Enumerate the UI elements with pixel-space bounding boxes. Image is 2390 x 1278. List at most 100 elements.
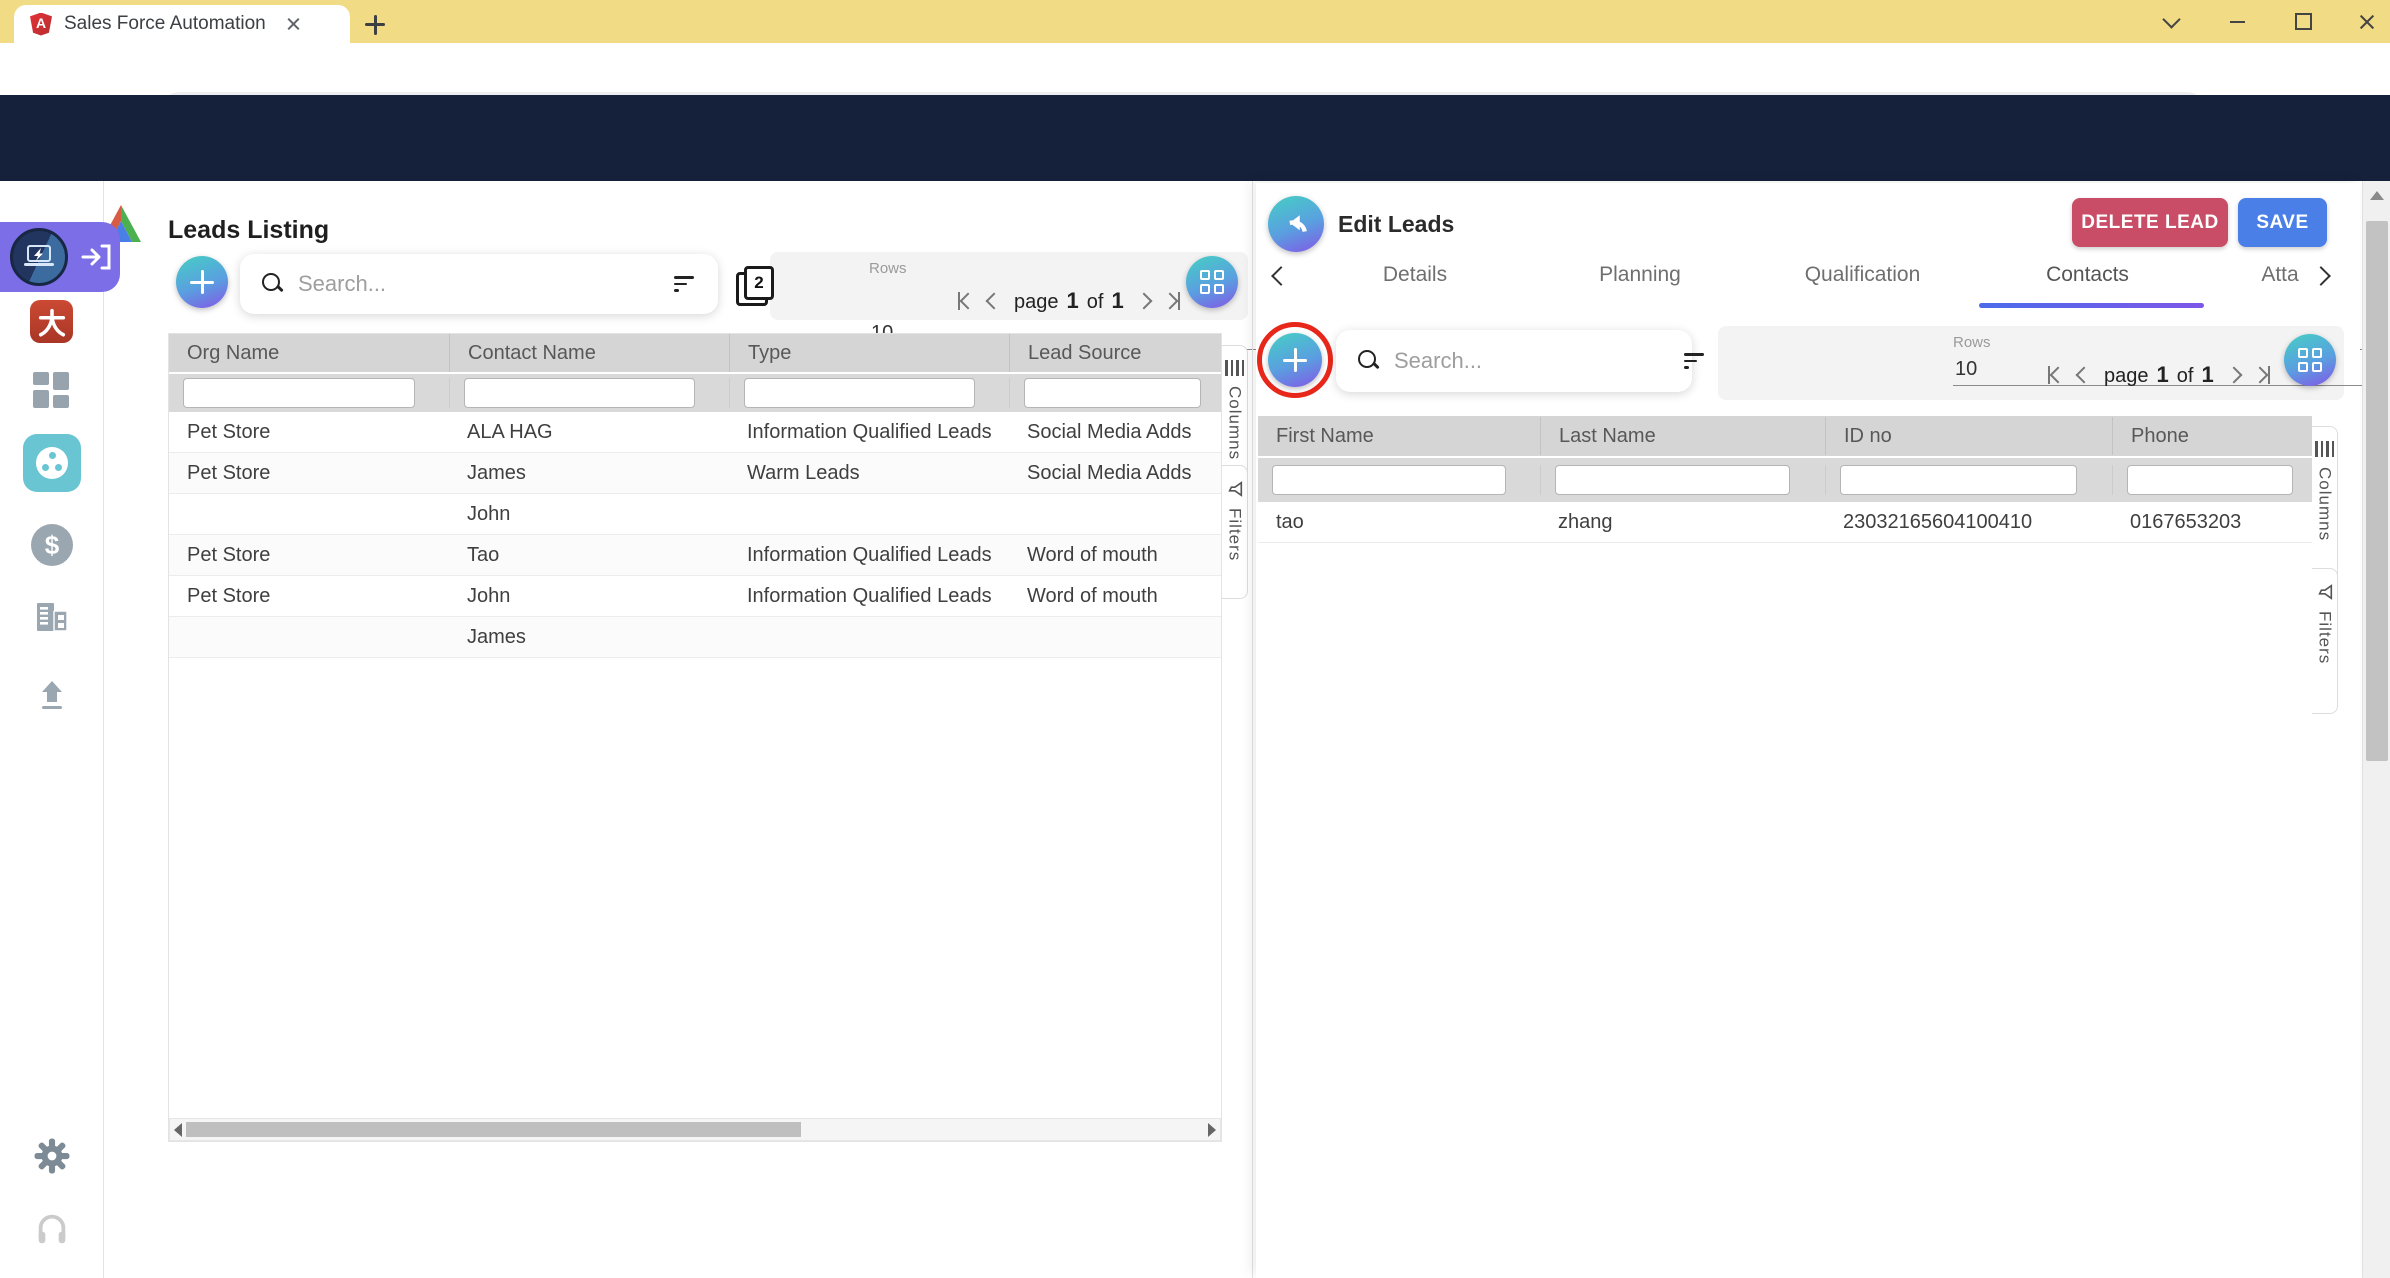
new-tab-button[interactable] <box>362 12 388 38</box>
tab-close-icon[interactable] <box>281 11 307 37</box>
table-row[interactable]: John <box>169 494 1221 535</box>
headphones-icon <box>33 1209 71 1247</box>
plus-icon <box>190 270 214 294</box>
first-page-button[interactable] <box>2048 366 2064 384</box>
column-filter-input[interactable] <box>1840 465 2077 495</box>
scroll-right-icon[interactable] <box>1208 1123 1216 1137</box>
building-icon <box>32 597 72 637</box>
window-restore-button[interactable] <box>2280 0 2326 43</box>
column-header[interactable]: Org Name <box>169 334 449 372</box>
table-row[interactable]: Pet StoreALA HAGInformation Qualified Le… <box>169 412 1221 453</box>
delete-lead-button[interactable]: DELETE LEAD <box>2072 198 2228 247</box>
columns-side-tab[interactable]: Columns <box>1222 345 1248 479</box>
save-button[interactable]: SAVE <box>2238 198 2327 247</box>
filters-side-tab[interactable]: Filters <box>2312 568 2338 714</box>
tabs-scroll-left[interactable] <box>1274 259 1288 290</box>
scroll-up-icon[interactable] <box>2370 191 2384 200</box>
table-row[interactable]: Pet StoreJamesWarm LeadsSocial Media Add… <box>169 453 1221 494</box>
column-header[interactable]: Type <box>729 334 1009 372</box>
window-minimize-button[interactable] <box>2214 0 2260 43</box>
sidebar-item-organization[interactable] <box>31 596 73 638</box>
back-button[interactable] <box>1268 196 1324 252</box>
table-cell: tao <box>1258 503 1540 542</box>
column-filter-input[interactable] <box>1024 378 1201 408</box>
window-close-button[interactable] <box>2344 0 2390 43</box>
contacts-table: First Name Last Name ID no Phone taozhan… <box>1258 416 2312 543</box>
left-search-input[interactable] <box>296 270 674 298</box>
next-page-button[interactable] <box>1138 295 1150 307</box>
table-row[interactable]: Pet StoreTaoInformation Qualified LeadsW… <box>169 535 1221 576</box>
grid-view-icon <box>1200 270 1224 294</box>
app-header: akaun <box>0 95 2390 181</box>
column-header[interactable]: Contact Name <box>449 334 729 372</box>
prev-page-button[interactable] <box>988 295 1000 307</box>
funnel-icon <box>1226 480 1244 498</box>
chevron-down-icon <box>2162 10 2180 28</box>
column-header[interactable]: ID no <box>1825 417 2112 455</box>
table-cell: Pet Store <box>169 536 449 575</box>
tabs-scroll-right[interactable] <box>2314 259 2328 290</box>
table-row[interactable]: Pet StoreJohnInformation Qualified Leads… <box>169 576 1221 617</box>
sidebar-item-upload[interactable] <box>33 676 71 714</box>
column-filter-input[interactable] <box>1272 465 1506 495</box>
grid-view-button[interactable] <box>2284 334 2336 386</box>
sidebar-item-settings[interactable] <box>30 1134 74 1178</box>
scroll-left-icon[interactable] <box>174 1123 182 1137</box>
contacts-table-header: First Name Last Name ID no Phone <box>1258 416 2312 458</box>
add-contact-button[interactable] <box>1268 333 1322 387</box>
last-page-button[interactable] <box>1164 292 1180 310</box>
page-scrollbar[interactable] <box>2362 181 2390 1278</box>
back-arrow-icon <box>1281 209 1311 239</box>
filters-side-tab[interactable]: Filters <box>1222 465 1248 599</box>
columns-side-tab[interactable]: Columns <box>2312 426 2338 582</box>
page-title: Leads Listing <box>168 216 329 245</box>
window-chevron-button[interactable] <box>2148 0 2194 43</box>
column-filter-input[interactable] <box>744 378 975 408</box>
sidebar-item-active-applet[interactable] <box>0 222 120 292</box>
tab-contacts[interactable]: Contacts <box>2020 263 2155 287</box>
left-search-box <box>240 254 718 314</box>
leads-table-filter-row <box>169 374 1221 412</box>
page-scrollbar-thumb[interactable] <box>2366 221 2388 761</box>
column-header[interactable]: Phone <box>2112 417 2312 455</box>
column-filter-input[interactable] <box>464 378 695 408</box>
horizontal-scrollbar-thumb[interactable] <box>186 1122 801 1137</box>
grid-view-button[interactable] <box>1186 256 1238 308</box>
filter-sort-icon[interactable] <box>674 276 694 292</box>
add-lead-button[interactable] <box>176 256 228 308</box>
sidebar-item-teal-app[interactable] <box>23 434 81 492</box>
column-header[interactable]: First Name <box>1258 417 1540 455</box>
filter-sort-icon[interactable] <box>1684 353 1704 369</box>
sidebar-item-finance[interactable] <box>31 524 73 566</box>
horizontal-scrollbar[interactable] <box>169 1118 1221 1141</box>
prev-page-button[interactable] <box>2078 369 2090 381</box>
duplicate-view-button[interactable]: 2 <box>736 266 774 304</box>
column-header[interactable]: Last Name <box>1540 417 1825 455</box>
column-filter-input[interactable] <box>2127 465 2293 495</box>
leads-table-header: Org Name Contact Name Type Lead Source <box>169 334 1221 374</box>
right-search-input[interactable] <box>1392 347 1684 375</box>
tab-qualification[interactable]: Qualification <box>1790 263 1935 287</box>
contacts-table-filter-row <box>1258 458 2312 502</box>
table-cell: Pet Store <box>169 577 449 616</box>
sidebar-item-red-cjk-app[interactable] <box>30 300 73 343</box>
first-page-button[interactable] <box>958 292 974 310</box>
column-header[interactable]: Lead Source <box>1009 334 1223 372</box>
table-cell: Social Media Adds <box>1009 413 1223 452</box>
login-icon <box>80 242 112 272</box>
last-page-button[interactable] <box>2254 366 2270 384</box>
gear-icon <box>31 1135 73 1177</box>
tab-planning[interactable]: Planning <box>1580 263 1700 287</box>
tab-details[interactable]: Details <box>1360 263 1470 287</box>
table-row[interactable]: taozhang230321656041004100167653203 <box>1258 502 2312 543</box>
table-cell: Social Media Adds <box>1009 454 1223 493</box>
sidebar-item-dashboard[interactable] <box>33 372 70 409</box>
table-cell: Pet Store <box>169 454 449 493</box>
browser-tab[interactable]: Sales Force Automation <box>14 5 350 43</box>
table-row[interactable]: James <box>169 617 1221 658</box>
column-filter-input[interactable] <box>183 378 415 408</box>
column-filter-input[interactable] <box>1555 465 1790 495</box>
tab-attachments[interactable]: Atta <box>2250 263 2310 287</box>
sidebar-item-support[interactable] <box>32 1208 72 1248</box>
next-page-button[interactable] <box>2228 369 2240 381</box>
